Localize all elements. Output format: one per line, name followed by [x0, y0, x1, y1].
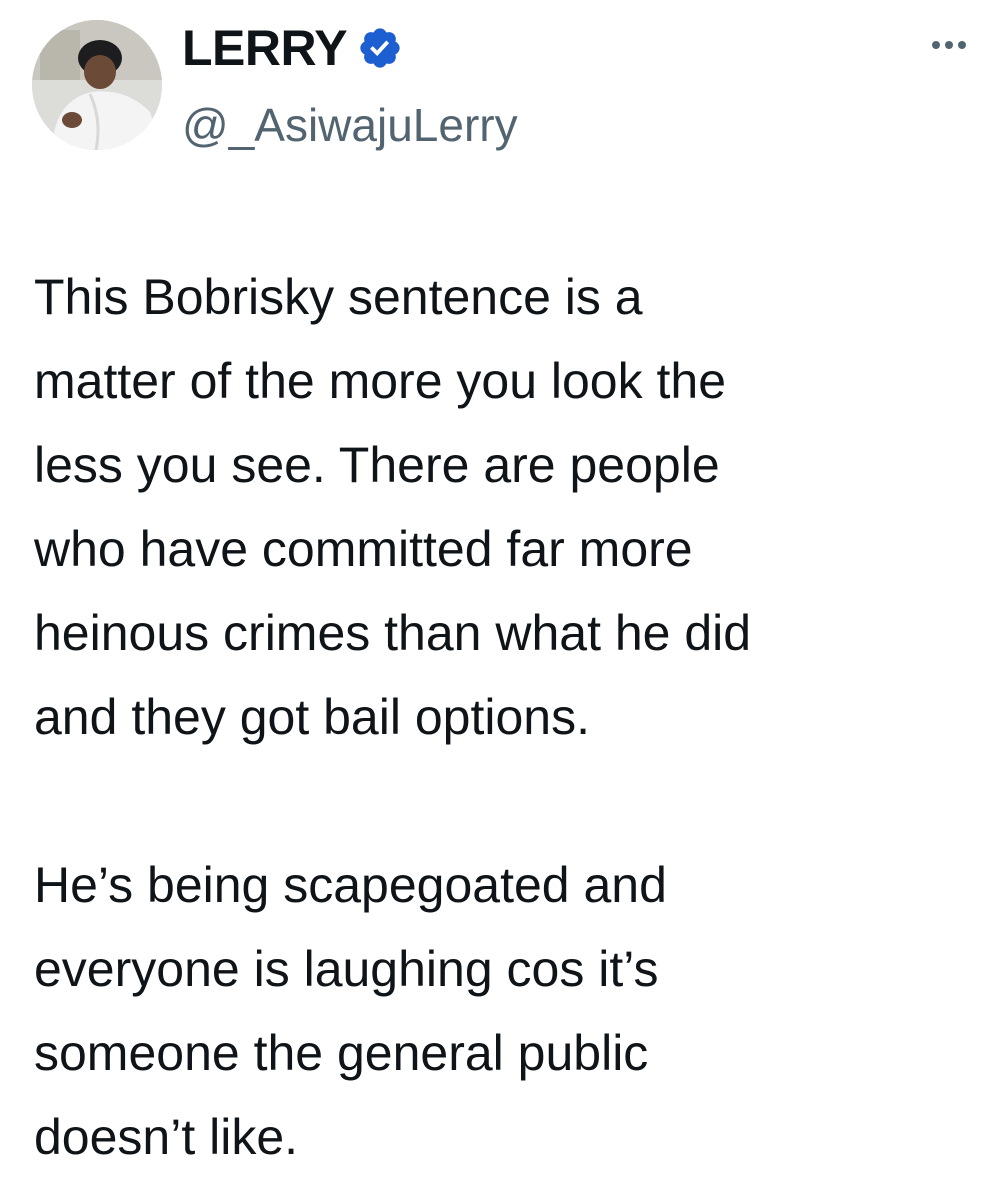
tweet-line: doesn’t like.: [34, 1109, 299, 1165]
tweet-line: someone the general public: [34, 1025, 649, 1081]
tweet-paragraph: He’s being scapegoated and everyone is l…: [34, 843, 974, 1179]
verified-badge-icon: [357, 25, 403, 71]
more-options-icon: [932, 41, 966, 49]
tweet-line: This Bobrisky sentence is a: [34, 269, 643, 325]
more-options-button[interactable]: [924, 30, 974, 60]
tweet-line: He’s being scapegoated and: [34, 857, 667, 913]
author-block: LERRY @_AsiwajuLerry: [182, 16, 518, 148]
tweet-line: less you see. There are people: [34, 437, 720, 493]
name-row: LERRY: [182, 16, 518, 80]
avatar[interactable]: [32, 20, 162, 150]
tweet-line: matter of the more you look the: [34, 353, 727, 409]
profile-photo-icon: [32, 20, 162, 150]
tweet-line: and they got bail options.: [34, 689, 590, 745]
tweet-card: LERRY @_AsiwajuLerry This Bobrisky sente…: [0, 0, 1005, 1200]
tweet-paragraph: This Bobrisky sentence is a matter of th…: [34, 255, 974, 759]
display-name[interactable]: LERRY: [182, 23, 348, 73]
tweet-text: This Bobrisky sentence is a matter of th…: [34, 255, 974, 1179]
tweet-line: heinous crimes than what he did: [34, 605, 752, 661]
tweet-line: everyone is laughing cos it’s: [34, 941, 659, 997]
user-handle[interactable]: @_AsiwajuLerry: [182, 102, 518, 148]
tweet-line: who have committed far more: [34, 521, 693, 577]
